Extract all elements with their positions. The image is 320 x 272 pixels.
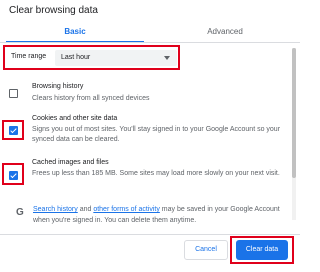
scrollbar[interactable] xyxy=(292,48,296,220)
tab-bar: Basic Advanced xyxy=(0,22,300,43)
scroll-thumb[interactable] xyxy=(292,48,296,178)
tab-advanced[interactable]: Advanced xyxy=(150,22,300,42)
info-text-part: and xyxy=(77,206,94,213)
option-title: Cookies and other site data xyxy=(32,115,118,122)
footer-divider xyxy=(0,234,300,235)
other-activity-link[interactable]: other forms of activity xyxy=(93,206,160,213)
highlight-box-cookies-checkbox xyxy=(2,120,24,140)
highlight-box-clear-button xyxy=(230,236,294,264)
tabs-divider xyxy=(0,42,300,43)
tab-basic[interactable]: Basic xyxy=(0,22,150,42)
info-text: Search history and other forms of activi… xyxy=(33,204,283,226)
highlight-box-cached-checkbox xyxy=(2,163,24,185)
cancel-button[interactable]: Cancel xyxy=(184,240,228,260)
dialog-title: Clear browsing data xyxy=(9,5,98,16)
search-history-link[interactable]: Search history xyxy=(33,206,78,213)
option-description: Frees up less than 185 MB. Some sites ma… xyxy=(32,170,280,177)
option-description: Signs you out of most sites. You'll stay… xyxy=(32,126,281,143)
google-g-icon: G xyxy=(16,207,24,218)
option-title: Cached images and files xyxy=(32,159,109,166)
info-notice: G Search history and other forms of acti… xyxy=(9,200,280,230)
highlight-box-time-range xyxy=(3,45,180,70)
option-title: Browsing history xyxy=(32,83,84,90)
browsing-history-checkbox[interactable] xyxy=(9,89,18,98)
option-description: Clears history from all synced devices xyxy=(32,95,150,102)
